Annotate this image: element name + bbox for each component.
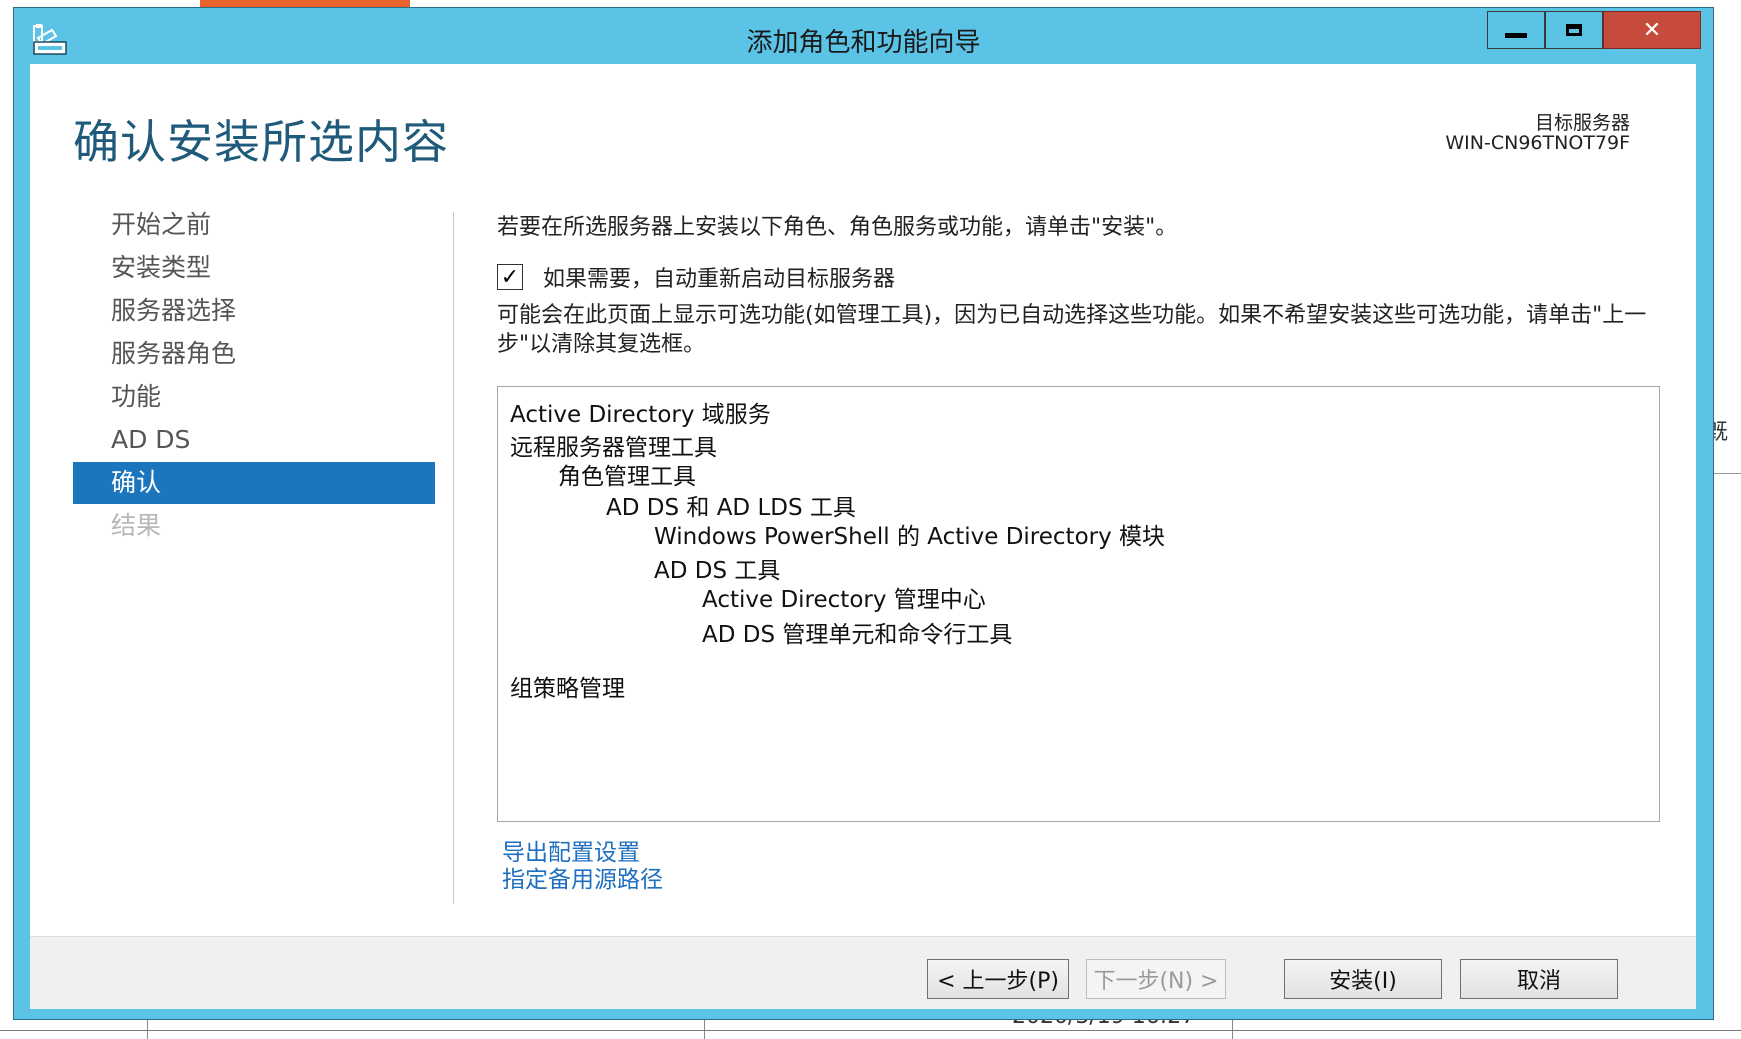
intro-text: 若要在所选服务器上安装以下角色、角色服务或功能，请单击"安装"。 <box>497 215 1178 240</box>
maximize-icon <box>1566 24 1582 36</box>
previous-button[interactable]: < 上一步(P) <box>927 959 1069 999</box>
next-button[interactable]: 下一步(N) > <box>1086 959 1226 999</box>
restart-checkbox-label[interactable]: 如果需要，自动重新启动目标服务器 <box>543 261 895 293</box>
confirmation-panel: 若要在所选服务器上安装以下角色、角色服务或功能，请单击"安装"。 ✓ 如果需要，… <box>497 209 1667 357</box>
target-server-label: 目标服务器 <box>1534 112 1630 134</box>
wizard-footer: < 上一步(P) 下一步(N) > 安装(I) 取消 <box>30 936 1696 1009</box>
nav-item-results: 结果 <box>111 511 162 540</box>
nav-item-server-selection[interactable]: 服务器选择 <box>73 290 435 332</box>
background-divider <box>0 1030 1741 1031</box>
list-item: Active Directory 管理中心 <box>702 587 986 613</box>
alternate-source-link[interactable]: 指定备用源路径 <box>502 867 663 894</box>
background-taskbar-tab <box>200 0 410 7</box>
selection-list[interactable]: Active Directory 域服务 远程服务器管理工具 角色管理工具 AD… <box>497 386 1660 822</box>
wizard-content-area: 确认安装所选内容 目标服务器 WIN-CN96TNOT79F 开始之前 安装类型… <box>30 64 1696 1009</box>
nav-divider <box>453 212 454 904</box>
list-item: Windows PowerShell 的 Active Directory 模块 <box>654 524 1166 550</box>
close-icon: ✕ <box>1642 17 1662 43</box>
list-item: 组策略管理 <box>510 676 625 702</box>
cancel-button[interactable]: 取消 <box>1460 959 1618 999</box>
export-settings-link[interactable]: 导出配置设置 <box>502 840 663 867</box>
nav-item-features[interactable]: 功能 <box>73 376 435 418</box>
action-links: 导出配置设置 指定备用源路径 <box>502 840 663 894</box>
close-button[interactable]: ✕ <box>1603 11 1701 49</box>
restart-option[interactable]: ✓ 如果需要，自动重新启动目标服务器 <box>497 261 895 293</box>
minimize-button[interactable] <box>1487 11 1545 49</box>
maximize-button[interactable] <box>1545 11 1603 49</box>
background-divider <box>147 1018 148 1039</box>
window-title: 添加角色和功能向导 <box>746 28 981 58</box>
nav-item-ad-ds[interactable]: AD DS <box>73 419 435 461</box>
window-controls: ✕ <box>1487 11 1701 49</box>
optional-features-note: 可能会在此页面上显示可选功能(如管理工具)，因为已自动选择这些功能。如果不希望安… <box>497 303 1647 357</box>
background-divider <box>1232 1018 1233 1039</box>
list-item: 角色管理工具 <box>558 464 696 490</box>
minimize-icon <box>1505 32 1527 38</box>
list-item: AD DS 管理单元和命令行工具 <box>702 622 1013 648</box>
wizard-steps-nav: 开始之前 安装类型 服务器选择 服务器角色 功能 AD DS 确认 结果 <box>73 204 435 548</box>
nav-item-installation-type[interactable]: 安装类型 <box>73 247 435 289</box>
restart-checkbox[interactable]: ✓ <box>497 264 523 290</box>
install-button[interactable]: 安装(I) <box>1284 959 1442 999</box>
nav-item-confirmation[interactable]: 确认 <box>73 462 435 504</box>
nav-item-before-you-begin[interactable]: 开始之前 <box>73 204 435 246</box>
checkmark-icon: ✓ <box>500 264 520 290</box>
list-item: Active Directory 域服务 <box>510 402 771 428</box>
background-divider <box>704 1018 705 1039</box>
nav-item-server-roles[interactable]: 服务器角色 <box>73 333 435 375</box>
wizard-window: 添加角色和功能向导 ✕ 确认安装所选内容 目标服务器 WIN-CN96TNOT7… <box>13 7 1714 1020</box>
target-server-name: WIN-CN96TNOT79F <box>1445 132 1630 154</box>
page-title: 确认安装所选内容 <box>73 115 449 169</box>
title-bar[interactable]: 添加角色和功能向导 ✕ <box>14 8 1713 63</box>
background-divider <box>1710 473 1741 474</box>
